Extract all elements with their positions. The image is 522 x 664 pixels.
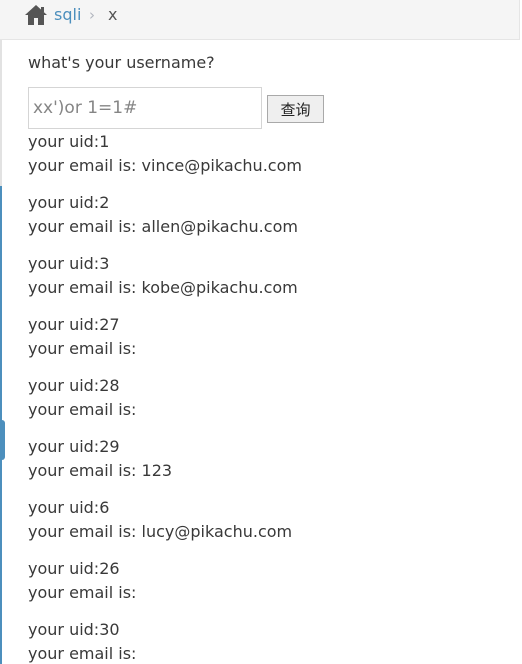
result-item: your uid:6 your email is: lucy@pikachu.co…: [28, 496, 508, 544]
result-email: your email is:: [28, 339, 137, 358]
sidebar-collapse-handle[interactable]: [0, 420, 5, 460]
result-uid: your uid:29: [28, 437, 120, 456]
result-item: your uid:27 your email is:: [28, 313, 508, 361]
page: sqli › x what's your username? 查询 your u…: [0, 0, 522, 664]
result-uid: your uid:1: [28, 132, 110, 151]
result-email: your email is:: [28, 400, 137, 419]
result-email: your email is:: [28, 644, 137, 663]
breadcrumb-separator-icon: ›: [89, 6, 95, 24]
home-icon[interactable]: [24, 4, 48, 26]
result-uid: your uid:27: [28, 315, 120, 334]
result-email: your email is: allen@pikachu.com: [28, 217, 298, 236]
result-item: your uid:26 your email is:: [28, 557, 508, 605]
results-list: your uid:1 your email is: vince@pikachu.c…: [28, 130, 508, 664]
breadcrumb-link-sqli[interactable]: sqli: [54, 5, 81, 24]
result-uid: your uid:3: [28, 254, 110, 273]
username-question-label: what's your username?: [28, 53, 215, 72]
result-uid: your uid:30: [28, 620, 120, 639]
result-uid: your uid:28: [28, 376, 120, 395]
result-item: your uid:30 your email is:: [28, 618, 508, 664]
result-uid: your uid:26: [28, 559, 120, 578]
result-email: your email is: vince@pikachu.com: [28, 156, 302, 175]
result-item: your uid:2 your email is: allen@pikachu.c…: [28, 191, 508, 239]
result-email: your email is: kobe@pikachu.com: [28, 278, 298, 297]
username-input[interactable]: [28, 87, 262, 129]
query-submit-button[interactable]: 查询: [267, 95, 324, 123]
breadcrumb-current: x: [108, 5, 118, 24]
result-email: your email is: lucy@pikachu.com: [28, 522, 293, 541]
breadcrumb: sqli › x: [0, 0, 520, 40]
result-item: your uid:3 your email is: kobe@pikachu.co…: [28, 252, 508, 300]
result-item: your uid:28 your email is:: [28, 374, 508, 422]
result-email: your email is:: [28, 583, 137, 602]
result-uid: your uid:6: [28, 498, 110, 517]
result-email: your email is: 123: [28, 461, 173, 480]
result-item: your uid:1 your email is: vince@pikachu.c…: [28, 130, 508, 178]
result-uid: your uid:2: [28, 193, 110, 212]
result-item: your uid:29 your email is: 123: [28, 435, 508, 483]
